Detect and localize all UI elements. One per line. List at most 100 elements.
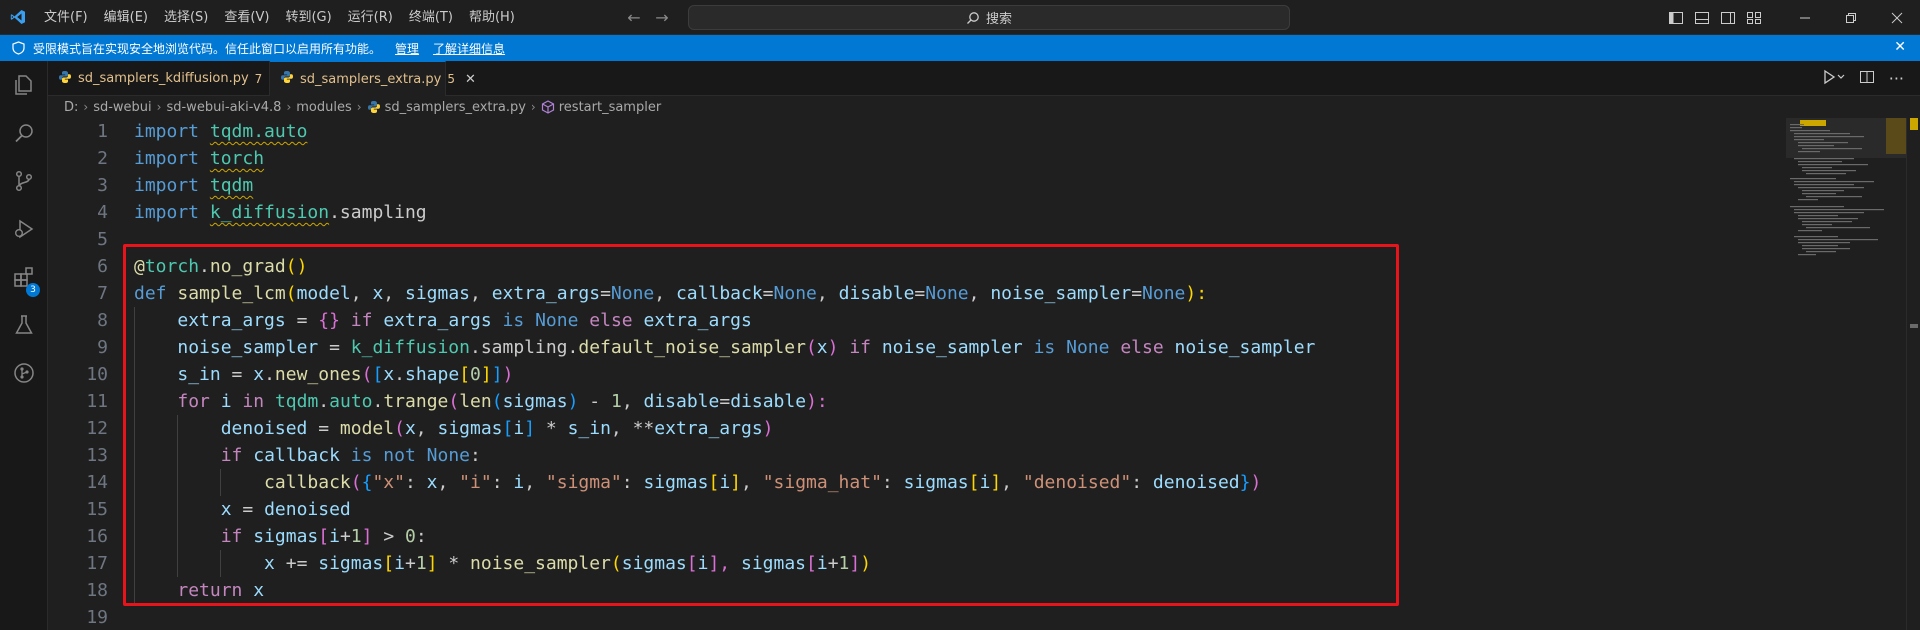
minimap[interactable]	[1786, 118, 1906, 630]
customize-layout-icon[interactable]	[1746, 10, 1762, 26]
code-line: def sample_lcm(model, x, sigmas, extra_a…	[134, 283, 1208, 304]
run-debug-icon[interactable]	[0, 205, 48, 253]
learn-more-link[interactable]: 了解详细信息	[433, 40, 505, 57]
symbol-method-icon	[541, 100, 555, 114]
python-file-icon	[367, 100, 381, 114]
forward-arrow-icon[interactable]: →	[654, 8, 670, 27]
line-number: 7	[97, 283, 108, 304]
code-line: import tqdm.auto	[134, 121, 308, 142]
breadcrumb-file[interactable]: sd_samplers_extra.py	[385, 100, 526, 115]
restore-button[interactable]	[1828, 0, 1874, 35]
line-number: 4	[97, 202, 108, 223]
source-control-icon[interactable]	[0, 157, 48, 205]
breadcrumb-symbol[interactable]: restart_sampler	[559, 100, 661, 115]
close-icon	[1891, 12, 1903, 23]
explorer-icon[interactable]	[0, 61, 48, 109]
toggle-secondary-sidebar-icon[interactable]	[1720, 10, 1736, 26]
tab-problem-count: 5	[447, 72, 455, 86]
python-file-icon	[58, 70, 72, 88]
manage-link[interactable]: 管理	[395, 40, 419, 57]
line-number: 9	[97, 337, 108, 358]
breadcrumb-folder[interactable]: sd-webui	[93, 100, 151, 115]
editor-tab-bar: sd_samplers_kdiffusion.py 7 sd_samplers_…	[48, 61, 1920, 96]
vscode-logo-icon	[0, 0, 36, 35]
line-number: 5	[97, 229, 108, 250]
testing-flask-icon[interactable]	[0, 301, 48, 349]
line-number: 6	[97, 256, 108, 277]
minimize-button[interactable]	[1782, 0, 1828, 35]
chevron-right-icon: ›	[156, 100, 162, 114]
navigation-arrows: ← →	[626, 0, 670, 35]
extensions-badge: 3	[26, 283, 40, 297]
code-line: if callback is not None:	[134, 442, 1315, 469]
tab-sd-samplers-extra[interactable]: sd_samplers_extra.py 5 ✕	[270, 61, 476, 96]
menu-edit[interactable]: 编辑(E)	[96, 0, 156, 35]
line-number: 8	[97, 310, 108, 331]
menu-bar: 文件(F) 编辑(E) 选择(S) 查看(V) 转到(G) 运行(R) 终端(T…	[36, 0, 523, 35]
code-line: callback({"x": x, "i": i, "sigma": sigma…	[134, 469, 1315, 496]
command-search-box[interactable]: 搜索	[688, 5, 1290, 30]
code-line: if sigmas[i+1] > 0:	[134, 523, 1315, 550]
code-editor[interactable]: 1 2 3 4 5 6 7 8 9 10 11 12 13 14 15 16 1…	[48, 118, 1848, 630]
vertical-scrollbar[interactable]	[1906, 118, 1920, 630]
breadcrumb-folder[interactable]: sd-webui-aki-v4.8	[166, 100, 281, 115]
line-number: 1	[97, 121, 108, 142]
breadcrumb-drive[interactable]: D:	[64, 100, 78, 115]
menu-view[interactable]: 查看(V)	[216, 0, 277, 35]
line-number: 15	[86, 499, 108, 520]
line-number: 13	[86, 445, 108, 466]
back-arrow-icon[interactable]: ←	[626, 8, 642, 27]
line-number: 11	[86, 391, 108, 412]
restricted-mode-banner: 受限模式旨在实现安全地浏览代码。信任此窗口以启用所有功能。 管理 了解详细信息 …	[0, 35, 1920, 61]
banner-close-icon[interactable]: ✕	[1894, 39, 1906, 55]
tab-close-icon[interactable]: ✕	[465, 72, 476, 87]
editor-actions: ···	[1823, 61, 1904, 96]
tab-sd-samplers-kdiffusion[interactable]: sd_samplers_kdiffusion.py 7	[48, 61, 270, 96]
title-bar: 文件(F) 编辑(E) 选择(S) 查看(V) 转到(G) 运行(R) 终端(T…	[0, 0, 1920, 35]
tab-problem-count: 7	[254, 71, 263, 86]
menu-file[interactable]: 文件(F)	[36, 0, 96, 35]
menu-run[interactable]: 运行(R)	[340, 0, 401, 35]
code-line: return x	[134, 577, 1315, 604]
tab-label: sd_samplers_kdiffusion.py	[78, 71, 249, 86]
menu-go[interactable]: 转到(G)	[277, 0, 339, 35]
run-file-icon[interactable]	[1823, 69, 1845, 89]
toggle-primary-sidebar-icon[interactable]	[1668, 10, 1684, 26]
chevron-right-icon: ›	[356, 100, 362, 114]
breadcrumb-folder[interactable]: modules	[296, 100, 352, 115]
menu-help[interactable]: 帮助(H)	[461, 0, 523, 35]
breadcrumb: D: › sd-webui › sd-webui-aki-v4.8 › modu…	[48, 96, 1920, 118]
search-icon	[967, 11, 979, 24]
chevron-right-icon: ›	[286, 100, 292, 114]
toggle-panel-icon[interactable]	[1694, 10, 1710, 26]
window-controls	[1668, 0, 1920, 35]
line-number-gutter: 1 2 3 4 5 6 7 8 9 10 11 12 13 14 15 16 1…	[48, 118, 108, 630]
code-line: import torch	[134, 148, 265, 169]
code-line: import k_diffusion.sampling	[134, 202, 427, 223]
close-window-button[interactable]	[1874, 0, 1920, 35]
extensions-icon[interactable]: 3	[0, 253, 48, 301]
line-number: 10	[86, 364, 108, 385]
restore-icon	[1846, 12, 1856, 23]
chevron-right-icon: ›	[83, 100, 89, 114]
git-graph-icon[interactable]	[0, 349, 48, 397]
line-number: 17	[86, 553, 108, 574]
line-number: 3	[97, 175, 108, 196]
chevron-right-icon: ›	[530, 100, 536, 114]
line-number: 19	[86, 607, 108, 628]
code-line: @torch.no_grad()	[134, 256, 308, 277]
search-view-icon[interactable]	[0, 109, 48, 157]
code-line: x += sigmas[i+1] * noise_sampler(sigmas[…	[134, 550, 1315, 577]
tab-label: sd_samplers_extra.py	[300, 71, 442, 87]
more-actions-icon[interactable]: ···	[1889, 69, 1904, 88]
code-content[interactable]: import tqdm.auto import torch import tqd…	[134, 118, 1315, 630]
menu-terminal[interactable]: 终端(T)	[401, 0, 461, 35]
menu-selection[interactable]: 选择(S)	[156, 0, 216, 35]
code-line: import tqdm	[134, 175, 254, 196]
code-line: s_in = x.new_ones([x.shape[0]])	[134, 361, 1315, 388]
split-editor-icon[interactable]	[1859, 69, 1875, 89]
code-line: x = denoised	[134, 496, 1315, 523]
line-number: 18	[86, 580, 108, 601]
